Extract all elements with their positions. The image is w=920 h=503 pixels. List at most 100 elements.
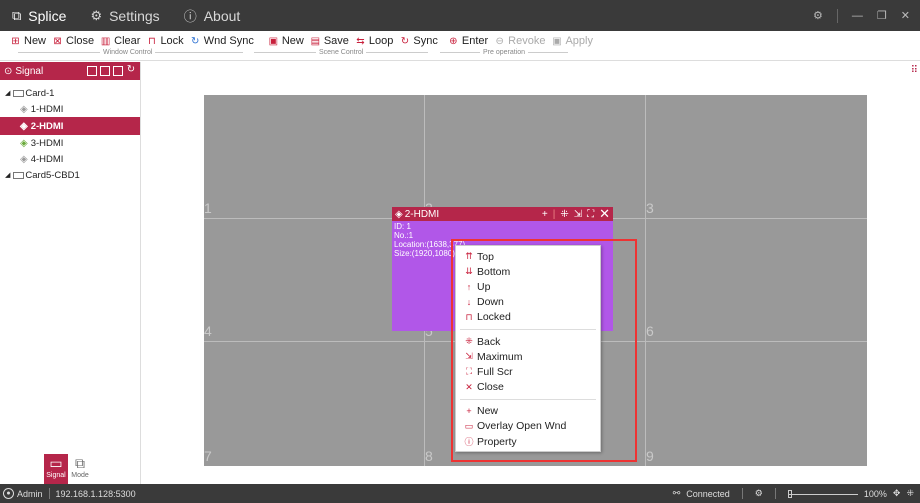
tab-label: Settings xyxy=(109,7,160,24)
refresh-icon[interactable]: ↻ xyxy=(126,65,136,76)
restore-button[interactable]: ❐ xyxy=(877,9,887,22)
fullscreen-icon: ⛶ xyxy=(465,366,473,377)
close-icon: ✕ xyxy=(465,381,473,392)
grid-menu-icon[interactable]: ⠿ xyxy=(911,65,918,76)
menu-item-new[interactable]: + New xyxy=(456,404,600,419)
menu-item-locked[interactable]: ⊓ Locked xyxy=(456,310,600,325)
window-title-controls: + | ⁜ ⇲ ⛶ ✕ xyxy=(542,206,610,222)
tree-node-card[interactable]: ◢ Card5-CBD1 xyxy=(0,167,140,183)
menu-label: Bottom xyxy=(477,265,511,278)
tree-node-hdmi-selected[interactable]: ◈ 2-HDMI xyxy=(0,117,140,135)
tree-node-hdmi[interactable]: ◈ 1-HDMI xyxy=(0,101,140,117)
window-controls: ⚙ — ❐ ✕ xyxy=(813,0,920,31)
menu-item-down[interactable]: ↓ Down xyxy=(456,295,600,310)
new-scene-icon: ▣ xyxy=(268,35,279,47)
close-button[interactable]: ✕ xyxy=(901,9,910,22)
slider-thumb[interactable] xyxy=(787,489,792,498)
overlay-window-icon: ▭ xyxy=(464,420,474,431)
expand-arrow-icon[interactable]: ◢ xyxy=(5,171,10,179)
zoom-slider[interactable] xyxy=(787,489,858,498)
maximize-icon[interactable]: ⇲ xyxy=(574,209,582,220)
lock-button[interactable]: ⊓ Lock xyxy=(146,35,184,47)
wnd-sync-button[interactable]: ↻ Wnd Sync xyxy=(190,35,254,47)
divider xyxy=(528,52,569,53)
user-info[interactable]: ● Admin xyxy=(3,488,43,499)
card-icon xyxy=(13,89,25,97)
menu-item-property[interactable]: ⓘ Property xyxy=(456,434,600,449)
edit-icon[interactable] xyxy=(100,66,110,76)
info-icon: ⓘ xyxy=(183,9,197,24)
grid-icon[interactable]: ⁜ xyxy=(906,488,914,499)
minimize-button[interactable]: — xyxy=(852,10,863,22)
menu-item-overlay-open[interactable]: ▭ Overlay Open Wnd xyxy=(456,419,600,434)
save-button[interactable]: ▤ Save xyxy=(310,35,349,47)
tab-splice[interactable]: ⧉ Splice xyxy=(0,0,78,31)
screen-cell[interactable]: 1 xyxy=(204,95,425,219)
window-titlebar[interactable]: ◈ 2-HDMI + | ⁜ ⇲ ⛶ ✕ xyxy=(392,206,613,222)
tree-node-card[interactable]: ◢ Card-1 xyxy=(0,85,140,101)
monitor-icon: ▭ xyxy=(49,455,63,471)
mode-label: Signal xyxy=(46,472,66,479)
trash-icon: ▥ xyxy=(100,35,111,47)
group-label-text: Pre operation xyxy=(483,49,526,56)
button-label: Revoke xyxy=(508,35,546,47)
maximize-icon: ⇲ xyxy=(465,351,473,362)
tree-node-label: 4-HDMI xyxy=(30,153,64,165)
screen-cell[interactable]: 2 xyxy=(425,95,646,219)
fit-icon[interactable]: ✥ xyxy=(893,488,901,499)
add-icon[interactable]: + xyxy=(542,209,548,220)
save-icon: ▤ xyxy=(310,35,321,47)
button-label: Save xyxy=(323,35,349,47)
fullscreen-icon[interactable]: ⛶ xyxy=(587,209,594,220)
toolbar-row: ⊞ New ⊠ Close ▥ Clear ⊓ Lock ↻ Wnd Sync ▣ New … xyxy=(10,35,599,47)
menu-item-maximum[interactable]: ⇲ Maximum xyxy=(456,349,600,364)
enter-button[interactable]: ⊕ Enter xyxy=(448,35,488,47)
expand-arrow-icon[interactable]: ◢ xyxy=(5,89,10,97)
chevron-down-icon[interactable]: ⊙ xyxy=(4,66,12,77)
button-label: Loop xyxy=(368,35,394,47)
tree-node-hdmi[interactable]: ◈ 3-HDMI xyxy=(0,135,140,151)
new-window-button[interactable]: ⊞ New xyxy=(10,35,46,47)
list-icon[interactable] xyxy=(113,66,123,76)
tree-node-hdmi[interactable]: ◈ 4-HDMI xyxy=(0,151,140,167)
screen-cell[interactable]: 3 xyxy=(646,95,867,219)
add-icon[interactable] xyxy=(87,66,97,76)
menu-item-back[interactable]: ⁜ Back xyxy=(456,334,600,349)
screen-cell[interactable]: 7 xyxy=(204,342,425,466)
menu-item-up[interactable]: ↑ Up xyxy=(456,279,600,294)
tab-about[interactable]: ⓘ About xyxy=(172,0,253,31)
revoke-button[interactable]: ⊖ Revoke xyxy=(494,35,545,47)
signal-mode-button[interactable]: ▭ Signal xyxy=(44,454,68,484)
slider-track xyxy=(787,493,858,495)
loop-button[interactable]: ⇆ Loop xyxy=(355,35,393,47)
settings-icon[interactable]: ⚙ xyxy=(755,488,763,499)
cell-number: 7 xyxy=(204,447,212,464)
server-address: 192.168.1.128:5300 xyxy=(55,488,136,499)
window-control-group-label: Window Control xyxy=(18,49,244,56)
screen-cell[interactable]: 6 xyxy=(646,219,867,343)
group-label-text: Scene Control xyxy=(319,49,364,56)
back-icon[interactable]: ⁜ xyxy=(560,209,568,220)
menu-item-full-screen[interactable]: ⛶ Full Scr xyxy=(456,364,600,379)
tree-node-label: Card5-CBD1 xyxy=(25,169,80,181)
sync-button[interactable]: ↻ Sync xyxy=(399,35,438,47)
menu-label: Down xyxy=(477,296,504,309)
tab-settings[interactable]: ⚙ Settings xyxy=(78,0,171,31)
close-icon[interactable]: ✕ xyxy=(599,206,610,222)
splice-canvas[interactable]: ⠿ 1 2 3 4 5 6 7 8 9 ◈ 2-HDMI + | ⁜ ⇲ ⛶ ✕… xyxy=(141,62,920,484)
screen-cell[interactable]: 9 xyxy=(646,342,867,466)
menu-item-close[interactable]: ✕ Close xyxy=(456,380,600,395)
new-scene-button[interactable]: ▣ New xyxy=(268,35,304,47)
settings-icon[interactable]: ⚙ xyxy=(813,9,823,22)
apply-button[interactable]: ▣ Apply xyxy=(551,35,593,47)
menu-item-top[interactable]: ⇈ Top xyxy=(456,249,600,264)
plus-icon: + xyxy=(466,406,472,417)
toolbar: ⊞ New ⊠ Close ▥ Clear ⊓ Lock ↻ Wnd Sync ▣ New … xyxy=(0,31,920,61)
clear-button[interactable]: ▥ Clear xyxy=(100,35,141,47)
menu-label: Locked xyxy=(477,311,511,324)
menu-item-bottom[interactable]: ⇊ Bottom xyxy=(456,264,600,279)
mode-mode-button[interactable]: ⧉ Mode xyxy=(68,454,92,484)
close-window-button[interactable]: ⊠ Close xyxy=(52,35,94,47)
menu-label: Overlay Open Wnd xyxy=(477,420,567,433)
context-menu: ⇈ Top ⇊ Bottom ↑ Up ↓ Down ⊓ Locked ⁜ Back ⇲ Ma… xyxy=(455,245,601,452)
